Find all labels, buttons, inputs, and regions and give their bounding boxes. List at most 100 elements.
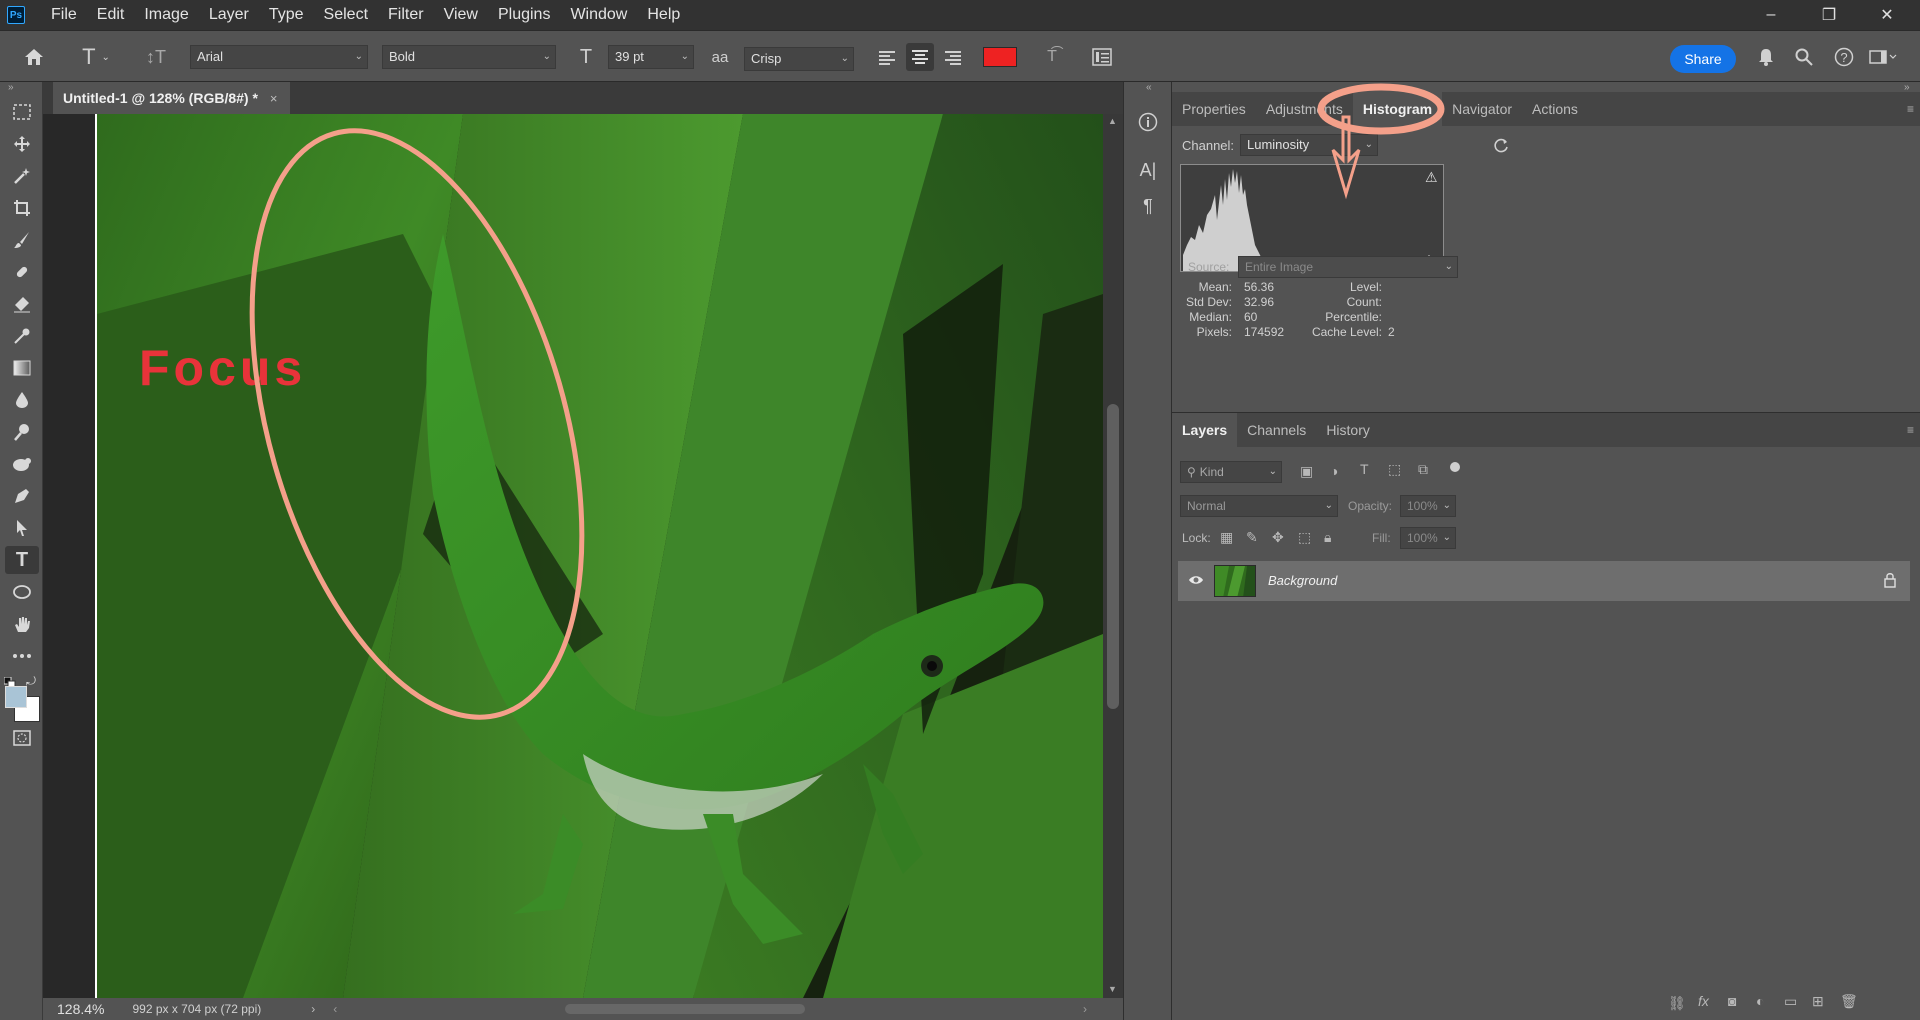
menu-edit[interactable]: Edit: [87, 0, 135, 30]
scroll-right-icon[interactable]: ›: [1083, 1002, 1087, 1016]
lock-transparent-pixels-icon[interactable]: ▦: [1220, 529, 1233, 546]
refresh-histogram-icon[interactable]: [1492, 136, 1510, 154]
menu-filter[interactable]: Filter: [378, 0, 434, 30]
text-color-swatch[interactable]: [983, 47, 1017, 67]
layer-filter-kind-select[interactable]: ⚲ Kind ⌄: [1180, 461, 1282, 483]
filter-shape-layer-icon[interactable]: ⬚: [1388, 461, 1401, 478]
panel-menu-icon[interactable]: ≡: [1907, 102, 1914, 116]
minimize-button[interactable]: –: [1742, 0, 1800, 30]
layer-visibility-eye-icon[interactable]: [1188, 573, 1204, 589]
marquee-tool-icon[interactable]: [5, 98, 39, 126]
tab-layers[interactable]: Layers: [1172, 413, 1238, 447]
new-group-icon[interactable]: ▭: [1784, 993, 1797, 1010]
lock-artboard-icon[interactable]: ⬚: [1298, 529, 1311, 546]
menu-image[interactable]: Image: [134, 0, 198, 30]
paragraph-icon[interactable]: ¶: [1134, 192, 1162, 220]
clone-stamp-tool-icon[interactable]: [5, 450, 39, 478]
filter-type-layer-icon[interactable]: T: [1360, 461, 1369, 477]
healing-brush-tool-icon[interactable]: [5, 258, 39, 286]
scroll-down-icon[interactable]: ▼: [1108, 984, 1117, 994]
antialias-select[interactable]: Crisp ⌄: [744, 47, 854, 71]
lock-all-icon[interactable]: 🔒︎: [1324, 529, 1331, 546]
foreground-color-swatch[interactable]: [5, 686, 27, 708]
type-tool-preset-icon[interactable]: T ⌄: [76, 43, 116, 71]
tab-channels[interactable]: Channels: [1237, 413, 1316, 447]
eyedropper-tool-icon[interactable]: [5, 322, 39, 350]
opacity-field[interactable]: 100% ⌄: [1400, 495, 1456, 517]
path-selection-tool-icon[interactable]: [5, 514, 39, 542]
font-style-select[interactable]: Bold ⌄: [382, 45, 556, 69]
align-center-icon[interactable]: [906, 43, 934, 71]
type-tool-icon[interactable]: T: [5, 546, 39, 574]
character-icon[interactable]: A|: [1134, 156, 1162, 184]
eraser-tool-icon[interactable]: [5, 290, 39, 318]
magic-wand-tool-icon[interactable]: [5, 162, 39, 190]
font-size-field[interactable]: 39 pt ⌄: [608, 45, 694, 69]
gradient-tool-icon[interactable]: [5, 354, 39, 382]
ellipse-tool-icon[interactable]: [5, 578, 39, 606]
blur-tool-icon[interactable]: [5, 386, 39, 414]
layer-style-fx-icon[interactable]: fx: [1698, 993, 1709, 1009]
menu-select[interactable]: Select: [314, 0, 378, 30]
menu-plugins[interactable]: Plugins: [488, 0, 560, 30]
help-icon[interactable]: ?: [1830, 43, 1858, 71]
vertical-scrollbar[interactable]: ▲ ▼: [1103, 114, 1123, 998]
tab-actions[interactable]: Actions: [1522, 92, 1588, 126]
home-icon[interactable]: [20, 43, 48, 71]
fill-field[interactable]: 100% ⌄: [1400, 527, 1456, 549]
pen-tool-icon[interactable]: [5, 482, 39, 510]
restore-button[interactable]: ❐: [1800, 0, 1858, 30]
info-panel-icon[interactable]: [1134, 108, 1162, 136]
filter-pixel-layer-icon[interactable]: ▣: [1300, 463, 1313, 480]
warp-text-icon[interactable]: T͡: [1038, 43, 1066, 71]
new-adjustment-layer-icon[interactable]: ◐: [1756, 993, 1764, 1009]
new-layer-icon[interactable]: ⊞: [1812, 993, 1824, 1010]
layer-lock-icon[interactable]: [1884, 572, 1898, 588]
quick-mask-icon[interactable]: [5, 724, 39, 752]
document-canvas[interactable]: Focus: [43, 114, 1103, 998]
menu-window[interactable]: Window: [560, 0, 637, 30]
menu-view[interactable]: View: [434, 0, 488, 30]
vertical-scroll-thumb[interactable]: [1107, 404, 1119, 709]
brush-tool-icon[interactable]: [5, 226, 39, 254]
align-right-icon[interactable]: [940, 45, 966, 71]
more-tools-icon[interactable]: [5, 642, 39, 670]
filter-toggle-icon[interactable]: [1450, 462, 1460, 472]
blend-mode-select[interactable]: Normal ⌄: [1180, 495, 1338, 517]
focus-text-layer[interactable]: Focus: [139, 340, 306, 396]
document-tab[interactable]: Untitled-1 @ 128% (RGB/8#) * ×: [53, 82, 290, 114]
zoom-level[interactable]: 128.4%: [57, 1001, 104, 1017]
filter-adjustment-layer-icon[interactable]: ◑: [1330, 463, 1338, 479]
delete-layer-icon[interactable]: 🗑︎: [1840, 993, 1858, 1010]
canvas-area[interactable]: Focus: [43, 114, 1103, 998]
tab-history[interactable]: History: [1316, 413, 1380, 447]
lock-position-icon[interactable]: ✥: [1272, 529, 1284, 546]
swap-colors-icon[interactable]: ⤾: [26, 674, 40, 688]
share-button[interactable]: Share: [1670, 45, 1736, 73]
hand-tool-icon[interactable]: [5, 610, 39, 638]
menu-layer[interactable]: Layer: [199, 0, 259, 30]
source-select[interactable]: Entire Image ⌄: [1238, 256, 1458, 278]
menu-file[interactable]: File: [41, 0, 87, 30]
layers-panel-menu-icon[interactable]: ≡: [1907, 423, 1914, 437]
layer-row-background[interactable]: Background: [1178, 561, 1910, 601]
close-window-button[interactable]: ✕: [1858, 0, 1916, 30]
align-left-icon[interactable]: [874, 45, 900, 71]
move-tool-icon[interactable]: [5, 130, 39, 158]
scroll-up-icon[interactable]: ▲: [1108, 116, 1117, 126]
collapse-strip-icon[interactable]: «: [1146, 82, 1152, 93]
status-expand-icon[interactable]: ›: [311, 1002, 315, 1016]
scroll-left-icon[interactable]: ‹: [333, 1002, 337, 1016]
filter-smart-object-icon[interactable]: ⧉: [1418, 461, 1428, 478]
notifications-bell-icon[interactable]: [1752, 43, 1780, 71]
lock-image-pixels-icon[interactable]: ✎: [1246, 529, 1258, 546]
menu-type[interactable]: Type: [259, 0, 314, 30]
workspace-switcher-icon[interactable]: [1866, 43, 1900, 71]
collapse-tools-icon[interactable]: »: [8, 82, 14, 93]
crop-tool-icon[interactable]: [5, 194, 39, 222]
add-mask-icon[interactable]: ◙: [1728, 993, 1736, 1009]
font-family-select[interactable]: Arial ⌄: [190, 45, 368, 69]
text-orientation-icon[interactable]: ↕T: [142, 43, 170, 71]
horizontal-scroll-thumb[interactable]: [565, 1004, 805, 1014]
search-icon[interactable]: [1790, 43, 1818, 71]
